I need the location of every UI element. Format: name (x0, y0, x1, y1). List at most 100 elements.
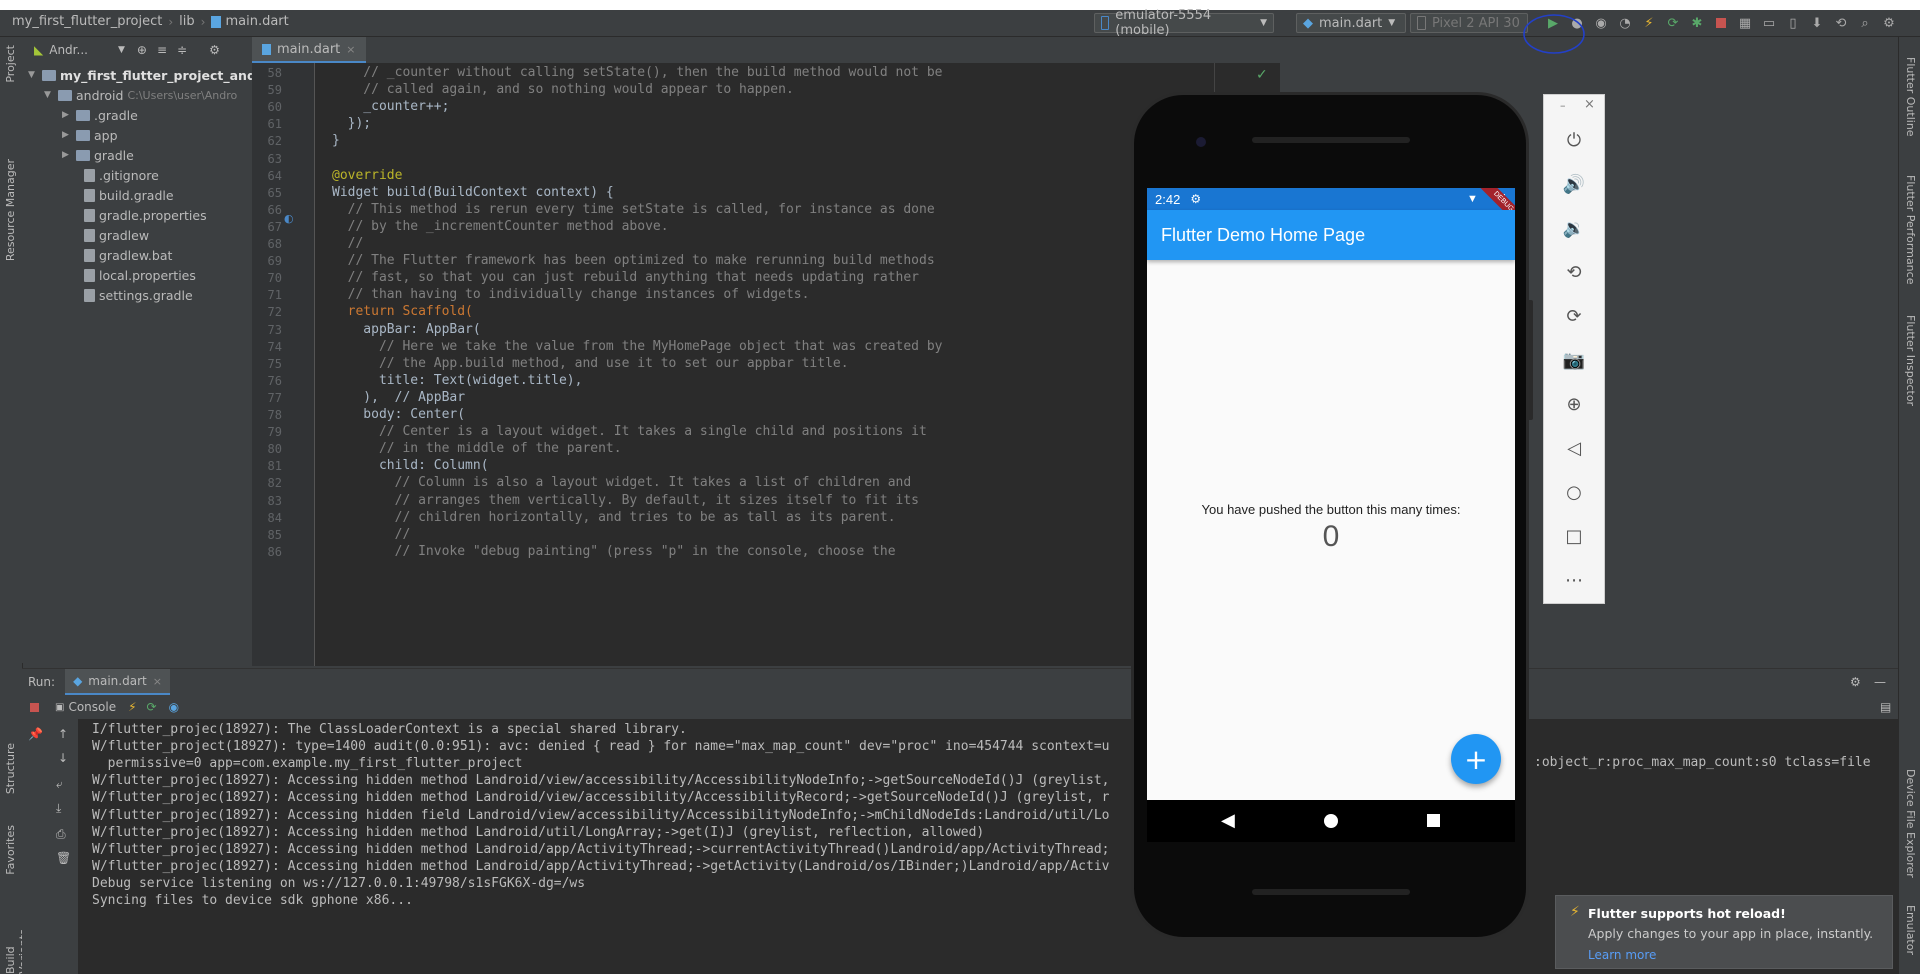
overview-icon[interactable]: □ (1561, 523, 1587, 549)
minimize-icon[interactable]: — (1874, 675, 1886, 689)
device-selector[interactable]: emulator-5554 (mobile) ▼ (1094, 8, 1274, 38)
tree-item[interactable]: ▶ app (62, 125, 118, 145)
hot-reload-icon[interactable]: ⚡ (1638, 12, 1660, 34)
zoom-icon[interactable]: ⊕ (1561, 391, 1587, 417)
down-arrow-icon[interactable]: ↓ (58, 751, 68, 765)
console-tab[interactable]: ▣ Console (55, 700, 116, 714)
volume-up-icon[interactable]: 🔊 (1561, 171, 1587, 197)
chevron-down-icon[interactable]: ▼ (118, 45, 125, 55)
run-config-selector[interactable]: ◆ main.dart ▼ (1296, 13, 1406, 33)
camera-icon[interactable]: 📷 (1561, 347, 1587, 373)
close-icon[interactable]: × (346, 43, 355, 56)
chevron-down-icon: ▼ (1388, 18, 1396, 28)
flutter-devtools-icon[interactable]: ✱ (1686, 12, 1708, 34)
devtools-icon[interactable]: ◉ (169, 700, 179, 714)
avd-selector[interactable]: Pixel 2 API 30 (1410, 13, 1528, 33)
phone-side-button[interactable] (1527, 300, 1533, 420)
favorites-tool-tab[interactable]: Favorites (4, 825, 17, 875)
tree-module[interactable]: ▼ android C:\Users\user\Andro (44, 85, 237, 105)
project-tool-tab[interactable]: Project (4, 45, 17, 83)
breadcrumb-project[interactable]: my_first_flutter_project (12, 14, 162, 29)
avd-manager-icon[interactable]: ▯ (1782, 12, 1804, 34)
volume-down-icon[interactable]: 🔉 (1561, 215, 1587, 241)
scroll-to-end-icon[interactable]: ⤓ (56, 801, 61, 816)
tree-root[interactable]: ▼ my_first_flutter_project_android (28, 65, 284, 85)
inspection-ok-icon[interactable]: ✓ (1256, 67, 1268, 83)
editor-tab-main-dart[interactable]: main.dart × (252, 37, 366, 63)
search-icon[interactable]: ⌕ (1854, 12, 1876, 34)
console-line: W/flutter_projec(18927): Accessing hidde… (92, 807, 1110, 823)
back-icon[interactable]: ◀ (1221, 810, 1235, 831)
tree-item[interactable]: local.properties (84, 265, 196, 285)
clear-icon[interactable]: 🗑 (56, 851, 71, 865)
emulator-tool-tab[interactable]: Emulator (1904, 905, 1917, 955)
structure-tool-tab[interactable]: Structure (4, 743, 17, 794)
layout-icon[interactable]: ▤ (1880, 700, 1891, 714)
flutter-performance-tool-tab[interactable]: Flutter Performance (1904, 175, 1917, 284)
settings-gear-icon[interactable]: ⚙ (209, 43, 220, 57)
tree-item[interactable]: ▶ .gradle (62, 105, 138, 125)
learn-more-link[interactable]: Learn more (1588, 948, 1656, 962)
device-manager-icon[interactable]: ▭ (1758, 12, 1780, 34)
status-time: 2:42 (1155, 191, 1181, 207)
tree-item[interactable]: gradlew (84, 225, 149, 245)
rotate-left-icon[interactable]: ⟲ (1561, 259, 1587, 285)
soft-wrap-icon[interactable]: ⤶ (56, 777, 63, 792)
breadcrumb-file[interactable]: main.dart (225, 14, 288, 29)
hot-reload-icon[interactable]: ⚡ (128, 700, 136, 714)
flutter-inspector-tool-tab[interactable]: Flutter Inspector (1904, 315, 1917, 406)
print-icon[interactable]: ⎙ (56, 827, 66, 842)
tree-item[interactable]: gradle.properties (84, 205, 207, 225)
run-tab-main-dart[interactable]: ◆ main.dart × (65, 669, 170, 695)
code-editor[interactable]: 58 // _counter without calling setState(… (252, 63, 1280, 666)
tree-item[interactable]: gradlew.bat (84, 245, 172, 265)
sync-icon[interactable]: ⟲ (1830, 12, 1852, 34)
hot-restart-icon[interactable]: ⟳ (147, 700, 157, 714)
overview-icon[interactable] (1427, 814, 1440, 827)
stop-icon[interactable] (30, 702, 39, 712)
file-icon (84, 168, 95, 182)
script-file-icon (84, 228, 95, 242)
code-line: // (332, 236, 364, 251)
emulator-screen[interactable]: 2:42 ⚙ ▼ DEBUG Flutter Demo Home Page Yo… (1147, 188, 1515, 800)
line-number: 66 (267, 202, 282, 217)
settings-gear-icon[interactable]: ⚙ (1850, 675, 1861, 689)
stop-icon[interactable] (1710, 12, 1732, 34)
expand-all-icon[interactable]: ≡ (157, 43, 167, 57)
minimize-icon[interactable]: – (1560, 99, 1566, 112)
tree-item[interactable]: ▶ gradle (62, 145, 134, 165)
device-file-explorer-tool-tab[interactable]: Device File Explorer (1904, 769, 1917, 878)
flutter-outline-tool-tab[interactable]: Flutter Outline (1904, 57, 1917, 137)
rotate-right-icon[interactable]: ⟳ (1561, 303, 1587, 329)
close-icon[interactable]: × (153, 675, 162, 688)
hot-restart-icon[interactable]: ⟳ (1662, 12, 1684, 34)
code-line: // _counter without calling setState(), … (332, 65, 943, 80)
line-number: 82 (267, 476, 282, 491)
breadcrumb-folder[interactable]: lib (179, 14, 194, 29)
profile-icon[interactable]: ◔ (1614, 12, 1636, 34)
tree-item[interactable]: build.gradle (84, 185, 174, 205)
up-arrow-icon[interactable]: ↑ (58, 727, 68, 741)
back-icon[interactable]: ◁ (1561, 435, 1587, 461)
collapse-all-icon[interactable]: ≑ (177, 43, 187, 57)
locate-icon[interactable]: ⊕ (137, 43, 147, 57)
power-icon[interactable]: ⏻ (1561, 127, 1587, 153)
project-structure-icon[interactable]: ▦ (1734, 12, 1756, 34)
tree-item[interactable]: .gitignore (84, 165, 159, 185)
code-line: // (332, 526, 411, 542)
resource-manager-tool-tab[interactable]: Resource Manager (4, 159, 17, 261)
close-icon[interactable]: × (1584, 97, 1595, 112)
attach-debugger-icon[interactable]: ◉ (1590, 12, 1612, 34)
home-icon[interactable]: ○ (1561, 479, 1587, 505)
settings-gear-icon[interactable]: ⚙ (1878, 12, 1900, 34)
project-view-selector[interactable]: Andr... (49, 43, 88, 57)
left-tool-stripe: Project Resource Manager Structure Favor… (0, 37, 30, 974)
tree-item[interactable]: settings.gradle (84, 285, 193, 305)
pin-icon[interactable]: 📌 (28, 727, 43, 741)
sdk-manager-icon[interactable]: ⬇ (1806, 12, 1828, 34)
override-marker-icon[interactable]: ◐ (284, 212, 294, 225)
home-icon[interactable] (1324, 814, 1338, 828)
increment-fab[interactable]: + (1451, 734, 1501, 784)
more-icon[interactable]: ⋯ (1561, 567, 1587, 593)
app-bar: Flutter Demo Home Page (1147, 210, 1515, 260)
